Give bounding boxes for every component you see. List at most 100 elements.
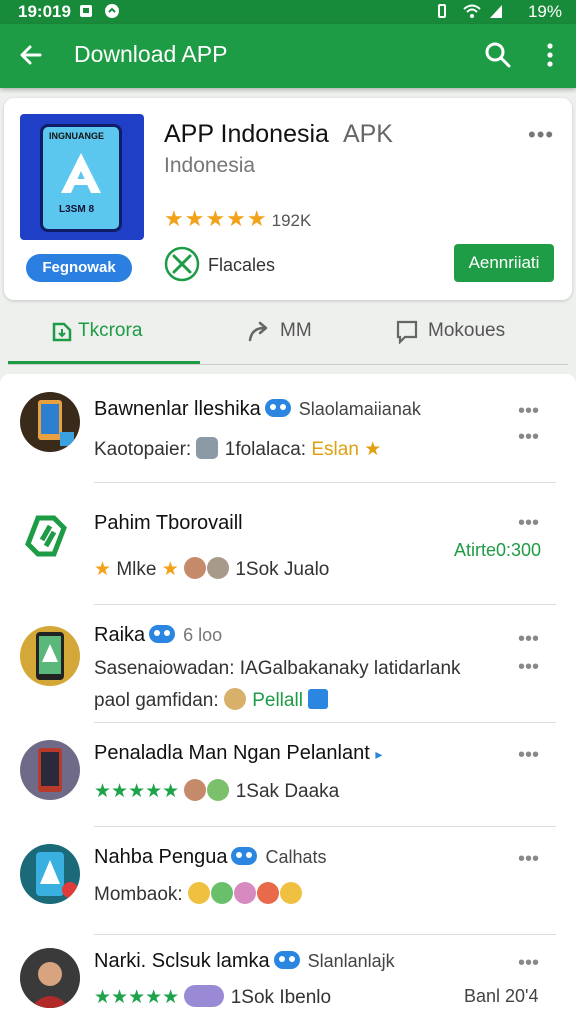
item-sub-b: 1Sak Daaka xyxy=(235,781,340,802)
icon-bottom-text: L3SM 8 xyxy=(59,204,95,215)
item-sub-b: 1folalaca: xyxy=(224,439,307,460)
rating-stars: ★★★★★ xyxy=(94,987,180,1008)
verified-badge-icon xyxy=(149,624,176,643)
close-circle-icon[interactable] xyxy=(164,246,200,282)
rating-count: 192K xyxy=(271,211,312,230)
item-subtitle: ★ Mlke ★ 1Sok Jualo xyxy=(94,556,330,581)
install-button[interactable]: Aennriiati xyxy=(454,244,554,282)
expand-chevron-icon[interactable]: ••• xyxy=(518,628,539,651)
item-extra: Slanlanlajk xyxy=(307,951,395,971)
app-subtitle: Indonesia xyxy=(164,154,256,177)
item-more-icon[interactable]: ••• xyxy=(518,426,539,449)
overflow-menu-icon[interactable] xyxy=(538,41,562,69)
star-icon: ★ xyxy=(364,439,382,460)
expand-chevron-icon[interactable]: ••• xyxy=(518,400,539,423)
wifi-icon xyxy=(463,4,481,18)
verified-badge-icon xyxy=(264,398,291,417)
item-detail: paol gamfidan: Pellall xyxy=(94,688,329,712)
tabs-divider xyxy=(8,364,568,365)
item-sub-c: Eslan xyxy=(311,439,359,460)
item-more-icon[interactable]: ••• xyxy=(518,744,539,767)
download-list: Bawnenlar lleshika Slaolamaiianak Kaotopa… xyxy=(0,374,576,1024)
status-time: 19:019 xyxy=(18,2,71,21)
list-item[interactable]: Raika 6 loo Sasenaiowadan: IAGalbakanaky … xyxy=(0,606,576,724)
icon-top-text: INGNUANGE xyxy=(49,131,105,141)
emoji-icon xyxy=(279,882,302,904)
item-more-icon[interactable]: ••• xyxy=(518,656,539,679)
page-title: Download APP xyxy=(74,41,228,67)
user-avatar-icon xyxy=(184,556,207,579)
item-title: Narki. Sclsuk lamka Slanlanlajk xyxy=(94,950,395,973)
item-extra: Calhats xyxy=(265,847,327,867)
share-icon xyxy=(248,321,268,342)
list-item[interactable]: Pahim Tborovaill ★ Mlke ★ 1Sok Jualo Ati… xyxy=(0,484,576,606)
back-arrow-icon[interactable] xyxy=(16,40,46,70)
list-item[interactable]: Penaladla Man Ngan Pelanlant ▸ ★★★★★ 1Sa… xyxy=(0,724,576,828)
tab-download-label: Tkcrora xyxy=(78,320,143,341)
play-icon: ▸ xyxy=(375,746,383,762)
row-divider xyxy=(94,722,556,723)
item-title: Pahim Tborovaill xyxy=(94,512,243,535)
feature-label: Flacales xyxy=(208,255,276,275)
tab-download[interactable]: Tkcrora xyxy=(50,300,200,366)
avatar xyxy=(20,740,80,800)
app-card: INGNUANGE L3SM 8 Fegnowak APP Indonesia A… xyxy=(4,98,572,300)
row-divider xyxy=(94,826,556,827)
tab-comments[interactable]: Mokoues xyxy=(396,300,566,366)
chat-icon xyxy=(105,4,119,18)
verified-check-icon xyxy=(308,689,329,709)
emoji-icon xyxy=(233,882,256,904)
list-item[interactable]: Bawnenlar lleshika Slaolamaiianak Kaotopa… xyxy=(0,374,576,484)
app-type: APK xyxy=(342,120,393,148)
avatar xyxy=(20,626,80,686)
chat-badge-icon xyxy=(184,984,225,1007)
user-avatar-icon xyxy=(207,778,230,801)
user-avatar-icon xyxy=(207,556,230,579)
item-extra: 6 loo xyxy=(183,625,223,645)
app-bar: Download APP xyxy=(0,24,576,88)
item-more-icon[interactable]: ••• xyxy=(518,952,539,975)
avatar xyxy=(20,392,80,452)
item-title: Bawnenlar lleshika Slaolamaiianak xyxy=(94,398,421,421)
item-title: Penaladla Man Ngan Pelanlant ▸ xyxy=(94,742,382,765)
item-name: Pahim Tborovaill xyxy=(94,512,243,534)
tab-comments-label: Mokoues xyxy=(428,320,506,341)
item-more-icon[interactable]: ••• xyxy=(518,512,539,535)
row-divider xyxy=(94,934,556,935)
item-subtitle: ★★★★★ 1Sak Daaka xyxy=(94,778,340,803)
search-icon[interactable] xyxy=(484,41,512,69)
tab-share[interactable]: MM xyxy=(246,300,366,366)
phone-illustration: INGNUANGE L3SM 8 xyxy=(40,124,122,232)
item-name: Raika xyxy=(94,624,146,646)
comment-icon xyxy=(396,320,418,344)
item-extra: Slaolamaiianak xyxy=(298,399,421,419)
item-name: Penaladla Man Ngan Pelanlant xyxy=(94,742,370,764)
item-sub-a: Mombaok: xyxy=(94,884,183,906)
app-name-text: APP Indonesia xyxy=(164,120,329,148)
status-bar: 19:019 19% xyxy=(0,0,576,24)
rating-stars: ★★★★★ xyxy=(164,206,268,231)
rating-stars: ★ xyxy=(161,559,179,580)
avatar xyxy=(20,948,80,1008)
item-subtitle: ★★★★★ 1Sok Ibenlo xyxy=(94,984,332,1009)
card-more-icon[interactable]: ••• xyxy=(528,122,554,148)
item-name: Nahba Pengua xyxy=(94,846,228,868)
item-meta: Banl 20'4 xyxy=(464,986,539,1006)
app-rating: ★★★★★ 192K xyxy=(164,206,311,232)
item-title: Nahba Pengua Calhats xyxy=(94,846,326,869)
list-item[interactable]: Narki. Sclsuk lamka Slanlanlajk ★★★★★ 1So… xyxy=(0,936,576,1024)
app-logo-icon xyxy=(61,153,101,193)
item-subtitle: Mombaok: xyxy=(94,882,303,906)
tab-bar: Tkcrora MM Mokoues xyxy=(8,300,568,366)
vibrate-icon xyxy=(438,4,446,18)
item-detail-a: paol gamfidan: xyxy=(94,690,219,712)
app-category-pill[interactable]: Fegnowak xyxy=(26,254,132,282)
item-more-icon[interactable]: ••• xyxy=(518,848,539,871)
list-item[interactable]: Nahba Pengua Calhats Mombaok: ••• xyxy=(0,828,576,936)
rating-stars: ★★★★★ xyxy=(94,781,180,802)
verified-badge-icon xyxy=(231,846,258,865)
item-name: Bawnenlar lleshika xyxy=(94,398,261,420)
item-sub-b: 1Sok Jualo xyxy=(235,559,330,580)
item-sub-b: 1Sok Ibenlo xyxy=(230,987,332,1008)
emoji-icon xyxy=(256,882,279,904)
